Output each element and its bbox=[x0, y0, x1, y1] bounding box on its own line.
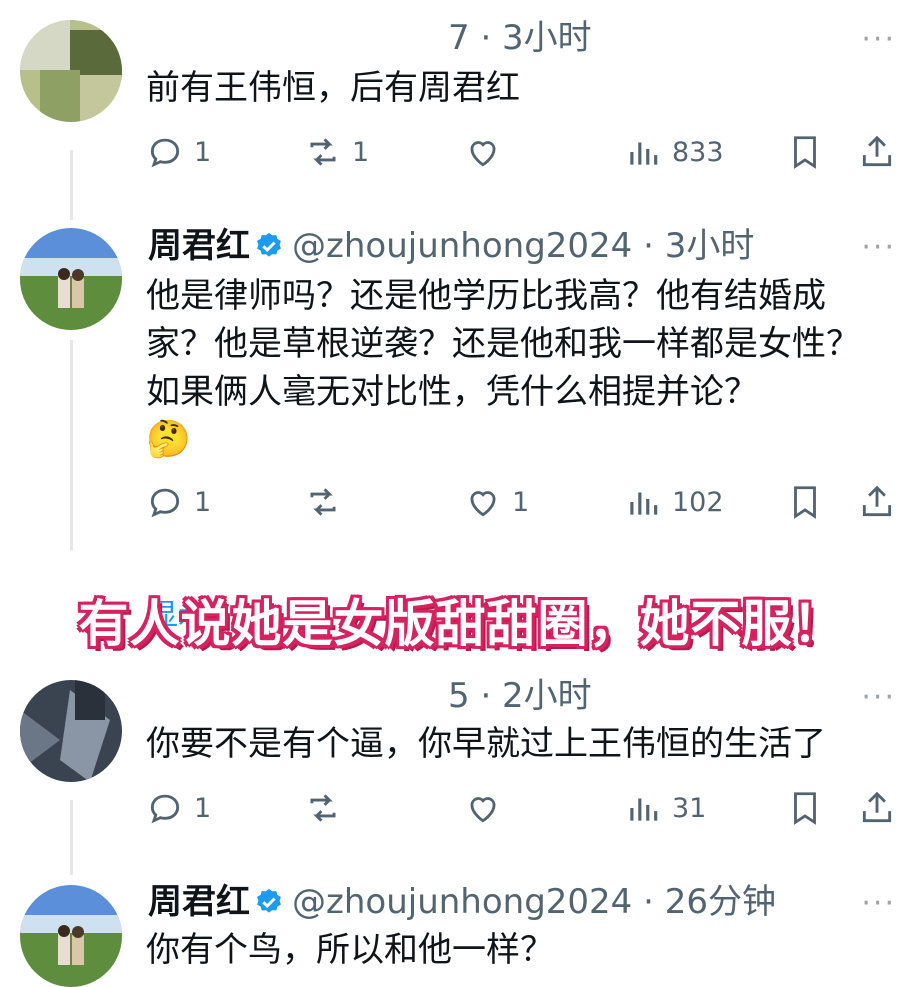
more-menu-icon[interactable]: ··· bbox=[861, 886, 896, 921]
more-menu-icon[interactable]: ··· bbox=[861, 680, 896, 715]
verified-badge-icon bbox=[257, 232, 281, 257]
views-button[interactable]: 31 bbox=[624, 788, 706, 828]
share-icon bbox=[862, 485, 892, 517]
retweet-icon bbox=[310, 794, 336, 822]
retweet-button[interactable] bbox=[304, 482, 352, 522]
retweet-button[interactable]: 1 bbox=[304, 132, 369, 172]
verified-badge-icon bbox=[257, 888, 281, 913]
share-button[interactable] bbox=[858, 788, 906, 828]
tweet-meta: 周君红 @zhoujunhong2024 · 26分钟 bbox=[148, 882, 776, 922]
tweet-actions: 1 1 833 bbox=[146, 132, 898, 172]
share-icon bbox=[862, 791, 892, 823]
reply-count: 1 bbox=[194, 792, 212, 824]
views-button[interactable]: 102 bbox=[624, 482, 724, 522]
like-button[interactable] bbox=[464, 788, 512, 828]
avatar[interactable] bbox=[20, 680, 122, 782]
like-count: 1 bbox=[512, 486, 530, 518]
user-handle[interactable]: @zhoujunhong2024 bbox=[292, 882, 632, 922]
thread-line bbox=[70, 340, 73, 550]
reply-button[interactable]: 1 bbox=[146, 482, 211, 522]
share-button[interactable] bbox=[858, 482, 906, 522]
views-count: 31 bbox=[672, 792, 707, 824]
thread-line bbox=[70, 800, 73, 875]
like-button[interactable] bbox=[464, 132, 512, 172]
reply-button[interactable]: 1 bbox=[146, 788, 211, 828]
heart-icon bbox=[470, 797, 496, 823]
heart-icon bbox=[470, 141, 496, 167]
tweet-time: · 26分钟 bbox=[643, 882, 777, 922]
tweet-actions: 1 31 bbox=[146, 788, 898, 828]
views-icon bbox=[630, 798, 658, 821]
views-count: 102 bbox=[672, 486, 724, 518]
like-button[interactable]: 1 bbox=[464, 482, 529, 522]
avatar[interactable] bbox=[20, 228, 122, 330]
reply-icon bbox=[150, 794, 180, 824]
bookmark-button[interactable] bbox=[786, 132, 834, 172]
tweet-meta: 周君红 @zhoujunhong2024 · 3小时 bbox=[148, 226, 754, 266]
reply-icon bbox=[150, 488, 180, 518]
share-button[interactable] bbox=[858, 132, 906, 172]
views-icon bbox=[630, 142, 658, 165]
display-name[interactable]: 周君红 bbox=[148, 226, 250, 266]
reply-button[interactable]: 1 bbox=[146, 132, 211, 172]
tweet-text: 前有王伟恒，后有周君红 bbox=[146, 68, 520, 108]
tweet-time: · 3小时 bbox=[643, 226, 755, 266]
avatar[interactable] bbox=[20, 20, 122, 122]
retweet-button[interactable] bbox=[304, 788, 352, 828]
views-button[interactable]: 833 bbox=[624, 132, 724, 172]
reply-count: 1 bbox=[194, 486, 212, 518]
bookmark-button[interactable] bbox=[786, 482, 834, 522]
retweet-count: 1 bbox=[352, 136, 370, 168]
tweet-meta: 5 · 2小时 bbox=[148, 676, 592, 716]
bookmark-icon bbox=[794, 792, 816, 825]
reply-count: 1 bbox=[194, 136, 212, 168]
reply-icon bbox=[150, 138, 180, 168]
tweet-actions: 1 1 102 bbox=[146, 482, 898, 522]
bookmark-button[interactable] bbox=[786, 788, 834, 828]
tweet-text: 他是律师吗？还是他学历比我高？他有结婚成家？他是草根逆袭？还是他和我一样都是女性… bbox=[146, 272, 866, 464]
bookmark-icon bbox=[794, 136, 816, 169]
tweet-time: 5 · 2小时 bbox=[448, 676, 592, 716]
user-handle[interactable]: @zhoujunhong2024 bbox=[292, 226, 632, 266]
more-menu-icon[interactable]: ··· bbox=[861, 230, 896, 265]
tweet-text: 你有个鸟，所以和他一样？ bbox=[146, 930, 554, 970]
more-menu-icon[interactable]: ··· bbox=[861, 22, 896, 57]
heart-icon bbox=[470, 491, 496, 517]
tweet-time: 7 · 3小时 bbox=[448, 18, 592, 58]
share-icon bbox=[862, 135, 892, 167]
display-name[interactable]: 周君红 bbox=[148, 882, 250, 922]
retweet-icon bbox=[310, 138, 336, 166]
retweet-icon bbox=[310, 488, 336, 516]
tweet-meta: 7 · 3小时 bbox=[148, 18, 592, 58]
thread-line bbox=[70, 150, 73, 220]
bookmark-icon bbox=[794, 486, 816, 519]
thinking-face-emoji: 🤔 bbox=[146, 419, 191, 460]
overlay-caption: 有人说她是女版甜甜圈，她不服！ bbox=[78, 595, 844, 653]
views-icon bbox=[630, 492, 658, 515]
views-count: 833 bbox=[672, 136, 724, 168]
tweet-text: 你要不是有个逼，你早就过上王伟恒的生活了 bbox=[146, 724, 826, 764]
avatar[interactable] bbox=[20, 885, 122, 987]
tweet-text-body: 他是律师吗？还是他学历比我高？他有结婚成家？他是草根逆袭？还是他和我一样都是女性… bbox=[146, 276, 860, 412]
